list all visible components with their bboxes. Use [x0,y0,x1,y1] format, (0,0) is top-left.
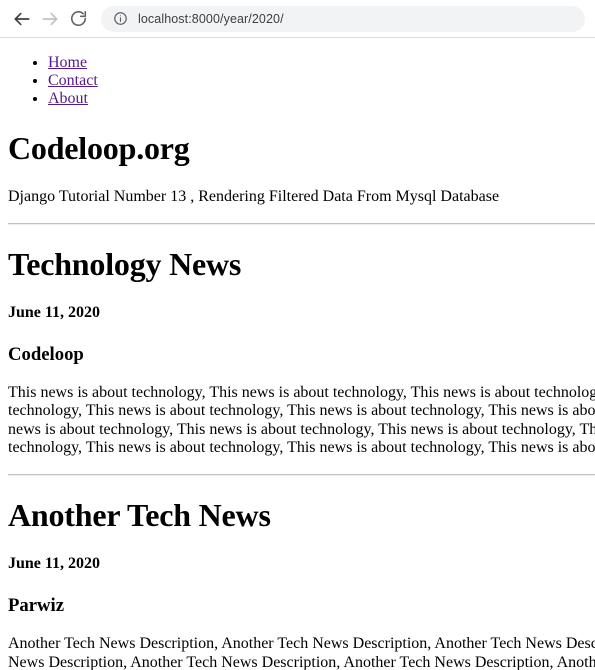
article-date: June 11, 2020 [8,555,101,573]
article-title: Another Tech News [8,497,271,534]
page-viewport: Home Contact About Codeloop.org Django T… [0,38,595,670]
nav-link-about[interactable]: About [48,90,88,107]
page-title: Codeloop.org [8,130,190,166]
nav-link-home[interactable]: Home [48,54,87,71]
list-item: Home [48,54,595,72]
list-item: About [48,90,595,108]
article-body: This news is about technology, This news… [8,384,595,457]
browser-toolbar: localhost:8000/year/2020/ [0,0,595,38]
site-nav-list: Home Contact About [8,54,595,109]
info-circle-icon[interactable] [113,11,128,26]
article-2: Another Tech News June 11, 2020 Parwiz A… [8,497,595,670]
forward-button[interactable] [36,5,64,33]
page-body: Home Contact About Codeloop.org Django T… [0,38,595,670]
divider-1 [8,222,595,225]
article-title: Technology News [8,245,242,282]
list-item: Contact [48,72,595,90]
divider-2 [8,473,595,476]
article-author: Codeloop [8,343,84,365]
back-button[interactable] [8,5,36,33]
article-1: Technology News June 11, 2020 Codeloop T… [8,246,595,458]
reload-icon [69,9,88,28]
url-text[interactable]: localhost:8000/year/2020/ [138,12,284,26]
page-tagline: Django Tutorial Number 13 , Rendering Fi… [8,188,500,206]
nav-link-contact[interactable]: Contact [48,72,98,89]
forward-arrow-icon [40,9,60,29]
article-body: Another Tech News Description, Another T… [8,635,595,670]
article-author: Parwiz [8,594,65,616]
address-bar[interactable]: localhost:8000/year/2020/ [101,5,585,32]
reload-button[interactable] [64,5,92,33]
back-arrow-icon [12,9,32,29]
article-date: June 11, 2020 [8,304,101,322]
